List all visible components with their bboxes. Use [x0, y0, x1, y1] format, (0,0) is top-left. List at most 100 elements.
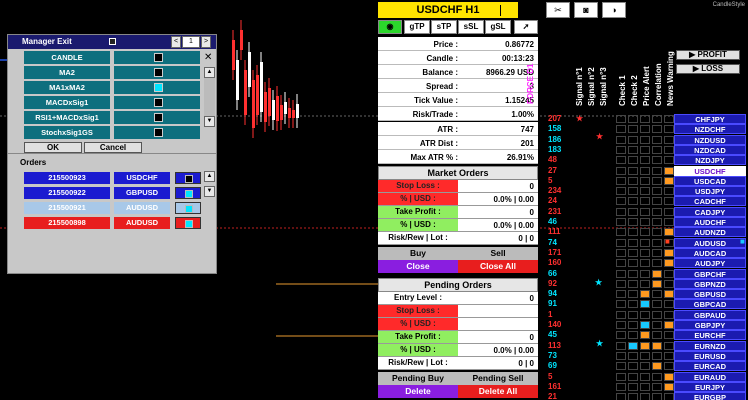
- pair-button[interactable]: AUDCHF: [674, 217, 746, 227]
- pair-button[interactable]: NZDJPY: [674, 155, 746, 166]
- ok-button[interactable]: OK: [24, 142, 82, 153]
- page-selector[interactable]: < 1 >: [171, 36, 211, 48]
- checkbox-icon[interactable]: [185, 205, 193, 213]
- filter-toggle[interactable]: [114, 111, 200, 124]
- delete-button[interactable]: Delete: [378, 385, 458, 398]
- eye-icon[interactable]: ◉: [378, 20, 402, 34]
- minimize-icon[interactable]: [109, 38, 116, 45]
- pending-take-profit-row[interactable]: Take Profit : 0: [378, 331, 538, 344]
- filter-name[interactable]: RSI1+MACDxSig1: [24, 111, 110, 124]
- scroll-up-icon[interactable]: ▲: [204, 171, 215, 182]
- filter-toggle[interactable]: [114, 51, 200, 64]
- market-take-profit-row[interactable]: Take Profit : 0: [378, 206, 538, 219]
- checkbox-icon[interactable]: [185, 220, 193, 228]
- scroll-up-icon[interactable]: ▲: [204, 67, 215, 78]
- pair-button[interactable]: GBPAUD: [674, 309, 746, 320]
- delete-all-button[interactable]: Delete All: [458, 385, 538, 398]
- order-toggle[interactable]: [175, 172, 201, 184]
- close-all-button[interactable]: Close All: [458, 260, 538, 273]
- filter-name[interactable]: MA1xMA2: [24, 81, 110, 94]
- checkbox-icon[interactable]: [154, 68, 163, 77]
- take-profit-value[interactable]: 0: [530, 333, 534, 342]
- take-profit-value[interactable]: 0: [530, 208, 534, 217]
- pair-button[interactable]: AUDJPY: [674, 258, 746, 269]
- tool-button-gsl[interactable]: gSL: [485, 20, 511, 34]
- checkbox-icon[interactable]: [154, 128, 163, 137]
- filter-toggle[interactable]: [114, 126, 200, 139]
- filter-row[interactable]: RSI1+MACDxSig1: [24, 111, 210, 124]
- order-symbol[interactable]: USDCHF: [114, 172, 170, 184]
- pair-button[interactable]: USDJPY: [674, 186, 746, 197]
- market-stop-loss-row[interactable]: Stop Loss : 0: [378, 180, 538, 193]
- loss-button[interactable]: ▶ LOSS: [676, 64, 740, 74]
- order-row[interactable]: 215500922 GBPUSD: [24, 187, 204, 199]
- filter-scrollbar[interactable]: ▲ ▼: [204, 67, 215, 127]
- tool-button-ssl[interactable]: sSL: [458, 20, 484, 34]
- order-symbol[interactable]: AUDUSD: [114, 202, 170, 214]
- order-symbol[interactable]: AUDUSD: [114, 217, 170, 229]
- prev-page-button[interactable]: <: [171, 36, 181, 48]
- pair-button[interactable]: CADJPY: [674, 206, 746, 217]
- profit-button[interactable]: ▶ PROFIT: [676, 50, 740, 60]
- tool-button-gtp[interactable]: gTP: [404, 20, 430, 34]
- pair-button[interactable]: EURJPY: [674, 381, 746, 392]
- pair-button[interactable]: EURCAD: [674, 361, 746, 372]
- pair-button[interactable]: GBPCHF: [674, 268, 746, 279]
- pair-button[interactable]: AUDNZD: [674, 227, 746, 238]
- next-page-button[interactable]: >: [201, 36, 211, 48]
- entry-level-value[interactable]: 0: [530, 294, 534, 303]
- pair-button[interactable]: EURNZD: [674, 340, 746, 351]
- order-row[interactable]: 215500923 USDCHF: [24, 172, 204, 184]
- order-toggle[interactable]: [175, 217, 201, 229]
- orders-scrollbar[interactable]: ▲ ▼: [204, 171, 215, 197]
- pair-button[interactable]: EURGBP: [674, 392, 746, 400]
- order-ticket[interactable]: 215500921: [24, 202, 110, 214]
- pair-button[interactable]: GBPNZD: [674, 278, 746, 289]
- pair-button[interactable]: GBPCAD: [674, 299, 746, 310]
- filter-toggle[interactable]: [114, 81, 200, 94]
- manager-exit-panel[interactable]: Manager Exit < 1 > ✕ CANDLE MA2 MA1xMA2 MAC…: [7, 34, 217, 274]
- order-ticket[interactable]: 215500923: [24, 172, 110, 184]
- checkbox-icon[interactable]: [154, 53, 163, 62]
- pair-button[interactable]: EURUSD: [674, 350, 746, 361]
- buy-button[interactable]: Buy: [378, 247, 458, 260]
- filter-name[interactable]: CANDLE: [24, 51, 110, 64]
- filter-row[interactable]: StochxSig1GS: [24, 126, 210, 139]
- manager-title-bar[interactable]: Manager Exit < 1 >: [8, 35, 216, 49]
- filter-row[interactable]: MA1xMA2: [24, 81, 210, 94]
- order-symbol[interactable]: GBPUSD: [114, 187, 170, 199]
- stop-loss-value[interactable]: 0: [530, 182, 534, 191]
- order-toggle[interactable]: [175, 187, 201, 199]
- order-ticket[interactable]: 215500922: [24, 187, 110, 199]
- pair-button[interactable]: NZDUSD: [674, 134, 746, 145]
- pending-stop-loss-row[interactable]: Stop Loss :: [378, 305, 538, 318]
- pair-button[interactable]: AUDCAD: [674, 247, 746, 258]
- checkbox-icon[interactable]: [154, 113, 163, 122]
- cursor-icon[interactable]: ➚: [514, 20, 538, 34]
- checkbox-icon[interactable]: [154, 83, 163, 92]
- filter-toggle[interactable]: [114, 66, 200, 79]
- filter-name[interactable]: StochxSig1GS: [24, 126, 110, 139]
- close-button[interactable]: Close: [378, 260, 458, 273]
- order-toggle[interactable]: [175, 202, 201, 214]
- symbol-title[interactable]: USDCHF H1: [378, 2, 518, 18]
- scroll-down-icon[interactable]: ▼: [204, 116, 215, 127]
- filter-row[interactable]: CANDLE: [24, 51, 210, 64]
- filter-name[interactable]: MACDxSig1: [24, 96, 110, 109]
- checkbox-icon[interactable]: [185, 175, 193, 183]
- pair-button[interactable]: NZDCAD: [674, 144, 746, 155]
- pair-button[interactable]: EURAUD: [674, 371, 746, 382]
- pair-button[interactable]: EURCHF: [674, 330, 746, 341]
- order-row[interactable]: 215500921 AUDUSD: [24, 202, 204, 214]
- sell-button[interactable]: Sell: [458, 247, 538, 260]
- scroll-down-icon[interactable]: ▼: [204, 186, 215, 197]
- pair-button[interactable]: USDCAD: [674, 175, 746, 186]
- cancel-button[interactable]: Cancel: [84, 142, 142, 153]
- pending-buy-button[interactable]: Pending Buy: [378, 372, 458, 385]
- checkbox-icon[interactable]: [185, 190, 193, 198]
- tool-button-stp[interactable]: sTP: [431, 20, 457, 34]
- pair-button[interactable]: CADCHF: [674, 196, 746, 207]
- pair-button[interactable]: CHFJPY: [674, 114, 746, 124]
- filter-toggle[interactable]: [114, 96, 200, 109]
- order-row[interactable]: 215500898 AUDUSD: [24, 217, 204, 229]
